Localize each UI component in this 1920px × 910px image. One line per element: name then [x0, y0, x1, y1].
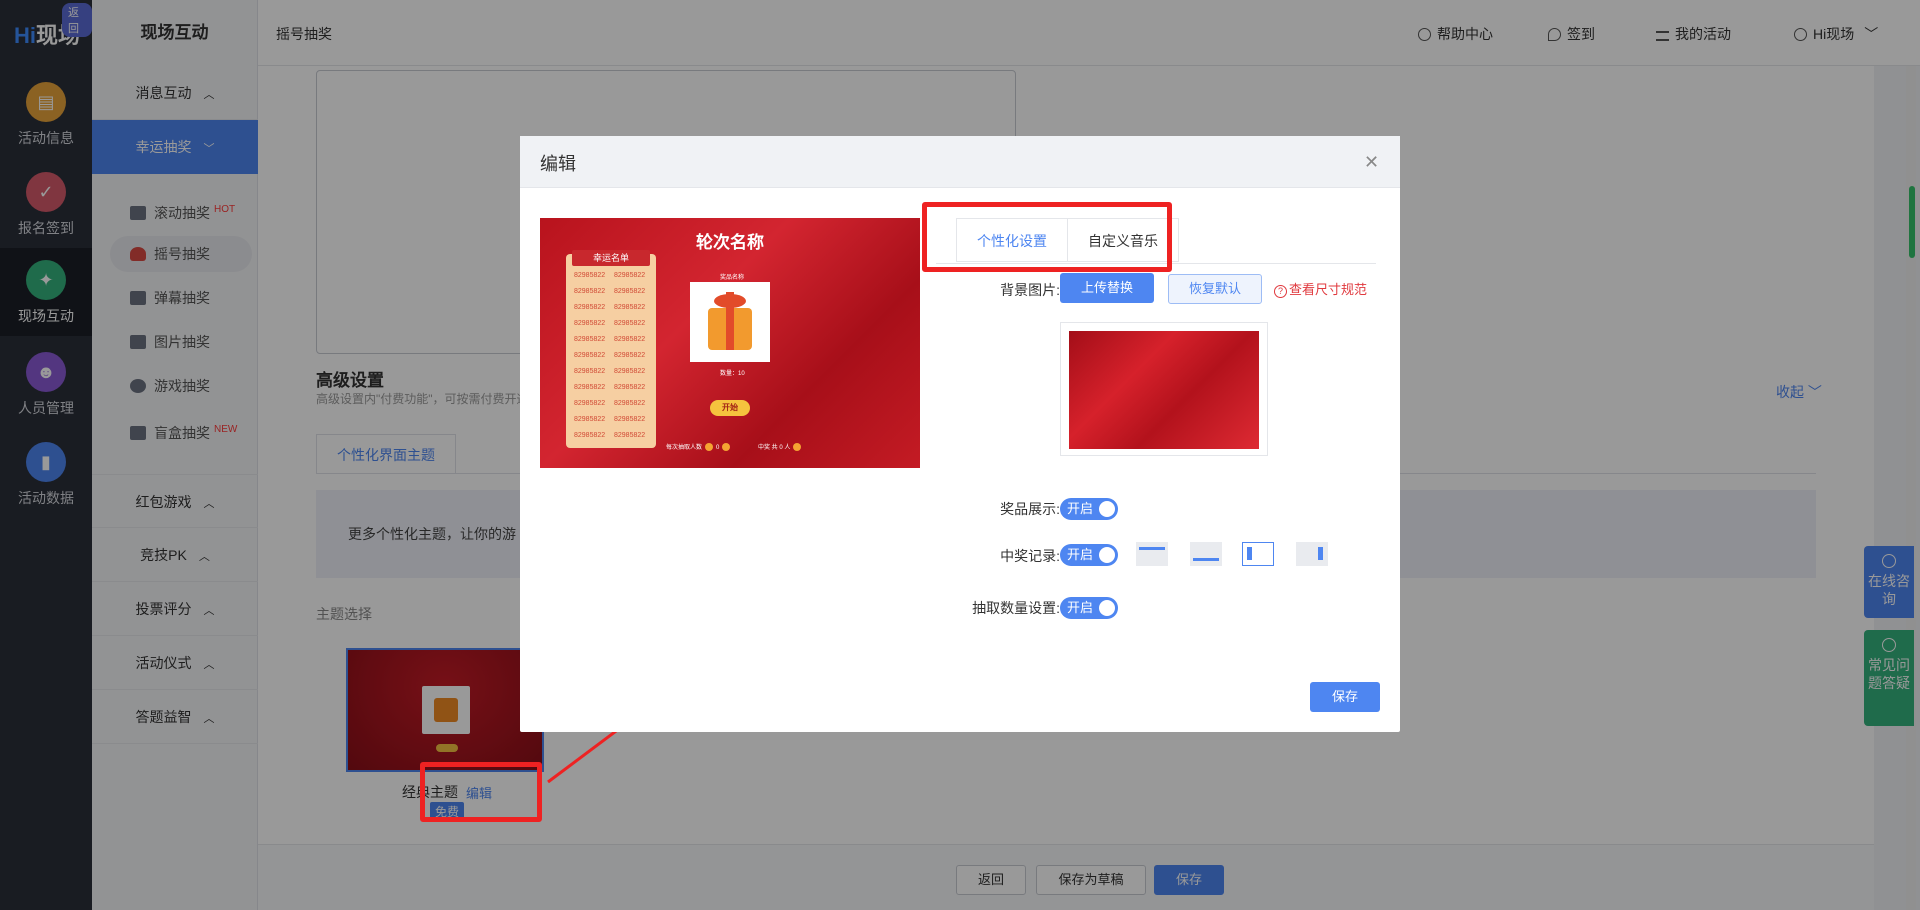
theme-preview: 轮次名称 幸运名单 82985822 82985822 82985822 82985…: [540, 218, 920, 468]
restore-default-button[interactable]: 恢复默认: [1168, 274, 1262, 304]
draw-count-toggle[interactable]: 开启: [1060, 597, 1118, 619]
modal-header: [520, 136, 1400, 188]
preview-winner-list: 幸运名单 82985822 82985822 82985822 82985822 8…: [566, 250, 656, 448]
prize-display-toggle[interactable]: 开启: [1060, 498, 1118, 520]
preview-winners: 中奖 共 0 人: [758, 442, 804, 451]
record-layout-top[interactable]: [1136, 542, 1168, 566]
win-record-toggle[interactable]: 开启: [1060, 544, 1118, 566]
record-layout-bottom[interactable]: [1190, 542, 1222, 566]
highlight-tabs-box: [922, 202, 1172, 272]
preview-per-draw: 每次抽取人数 0: [666, 442, 733, 451]
preview-quantity: 数量：10: [720, 371, 745, 377]
modal-title: 编辑: [540, 154, 576, 174]
edit-modal: 编辑 ✕ 轮次名称 幸运名单 82985822 82985822 82985822…: [520, 136, 1400, 732]
record-layout-right[interactable]: [1296, 542, 1328, 566]
size-spec-link[interactable]: ? 查看尺寸规范: [1274, 279, 1367, 298]
win-record-label: 中奖记录:: [1000, 548, 1060, 564]
preview-list-head: 幸运名单: [572, 250, 650, 266]
bg-image-label: 背景图片:: [1000, 282, 1060, 298]
gift-icon: [690, 282, 770, 362]
modal-save-button[interactable]: 保存: [1310, 682, 1380, 712]
bg-image-thumb: [1069, 331, 1259, 449]
question-icon: ?: [1274, 285, 1287, 298]
preview-prize-name: 奖品名称: [720, 275, 745, 281]
close-icon[interactable]: ✕: [1364, 152, 1379, 173]
upload-replace-button[interactable]: 上传替换: [1060, 273, 1154, 303]
prize-display-label: 奖品展示:: [1000, 501, 1060, 517]
draw-count-label: 抽取数量设置:: [972, 600, 1060, 616]
record-layout-left[interactable]: [1242, 542, 1274, 566]
bg-image-preview: [1060, 322, 1268, 456]
preview-start-button: 开始: [710, 400, 750, 416]
